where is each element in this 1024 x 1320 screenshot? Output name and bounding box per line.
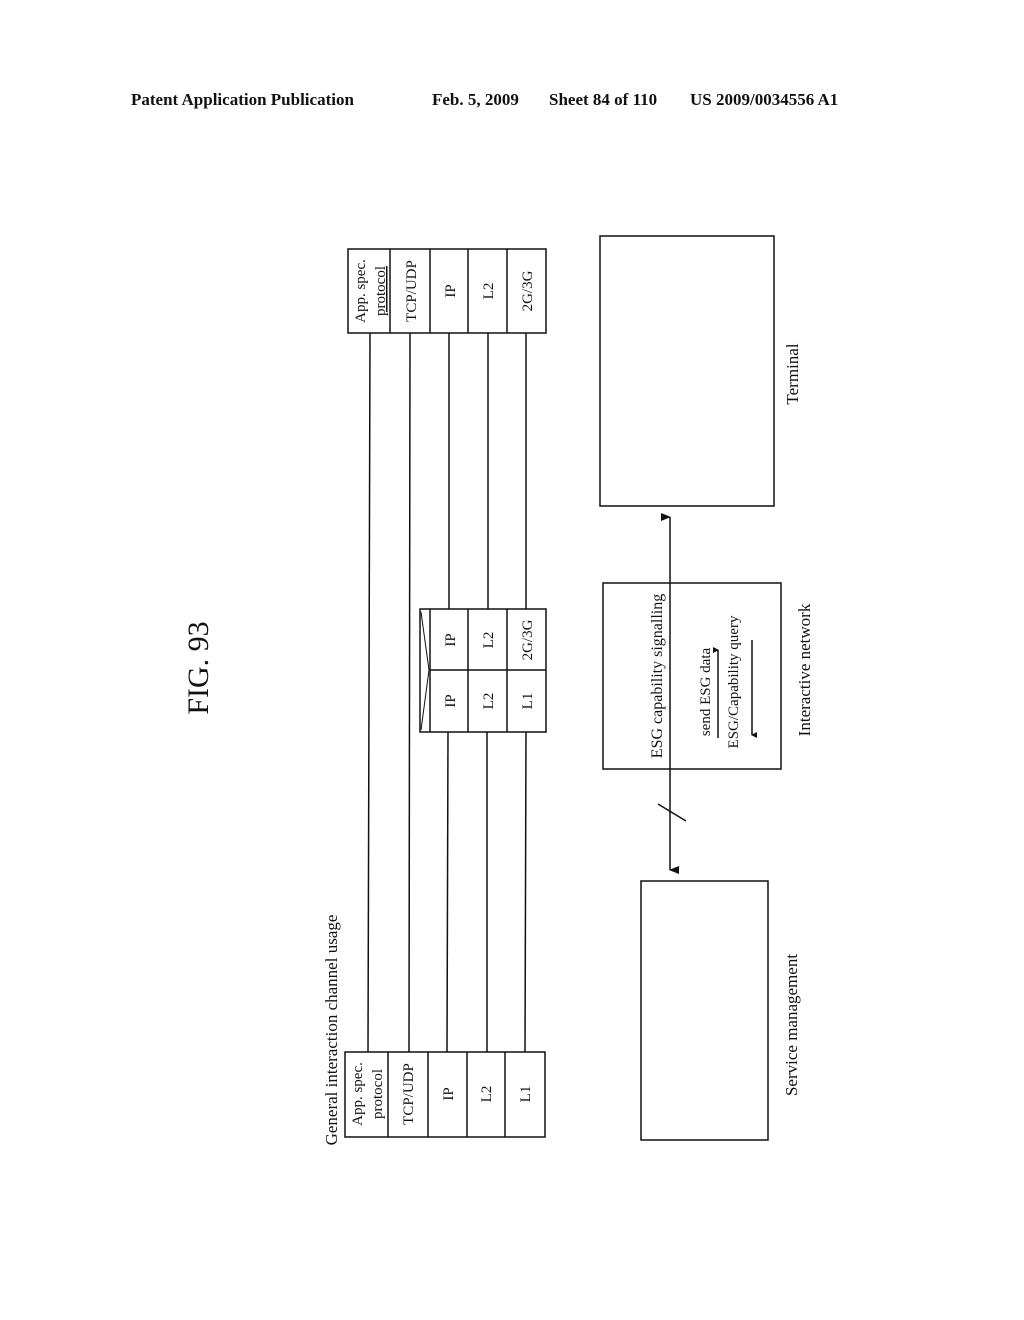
network-left-l1-label: L1: [520, 693, 536, 710]
tcp-peer-line: [408, 332, 411, 1053]
service-ip-label: IP: [441, 1087, 457, 1100]
network-box-title: ESG capability signalling: [649, 594, 666, 758]
network-left-l2-label: L2: [481, 693, 497, 710]
figure-label: FIG. 93: [182, 621, 215, 714]
phy-link-lower: [524, 731, 527, 1053]
network-left-ip-label: IP: [443, 694, 459, 707]
service-management-box: [640, 880, 769, 1141]
figure-caption: General interaction channel usage: [322, 915, 341, 1146]
terminal-2g3g-label: 2G/3G: [520, 270, 536, 311]
network-right-2g3g-label: 2G/3G: [520, 619, 536, 660]
network-right-l2-label: L2: [481, 632, 497, 649]
terminal-tcp-label: TCP/UDP: [404, 260, 420, 322]
terminal-box: [599, 235, 775, 507]
service-management-label: Service management: [782, 954, 801, 1096]
service-tcp-label: TCP/UDP: [401, 1063, 417, 1125]
terminal-ip-label: IP: [443, 284, 459, 297]
network-right-ip-label: IP: [443, 633, 459, 646]
terminal-label: Terminal: [783, 343, 802, 404]
interactive-network-label: Interactive network: [795, 603, 814, 736]
service-app-label-1: App. spec.: [350, 1062, 366, 1126]
service-l2-label: L2: [479, 1086, 495, 1103]
figure-diagram: FIG. 93 General interaction channel usag…: [182, 235, 814, 1146]
send-esg-label: send ESG data: [698, 648, 714, 737]
terminal-l2-label: L2: [481, 283, 497, 300]
terminal-app-label-2: protocol: [373, 266, 389, 316]
interactive-network-box: [602, 582, 782, 770]
query-label: ESG/Capability query: [726, 615, 742, 748]
service-l1-label: L1: [518, 1086, 534, 1103]
ip-link-lower: [446, 731, 449, 1053]
break-mark: [657, 803, 687, 822]
terminal-app-label-1: App. spec.: [353, 259, 369, 323]
app-peer-line: [367, 332, 371, 1053]
service-app-label-2: protocol: [370, 1069, 386, 1119]
